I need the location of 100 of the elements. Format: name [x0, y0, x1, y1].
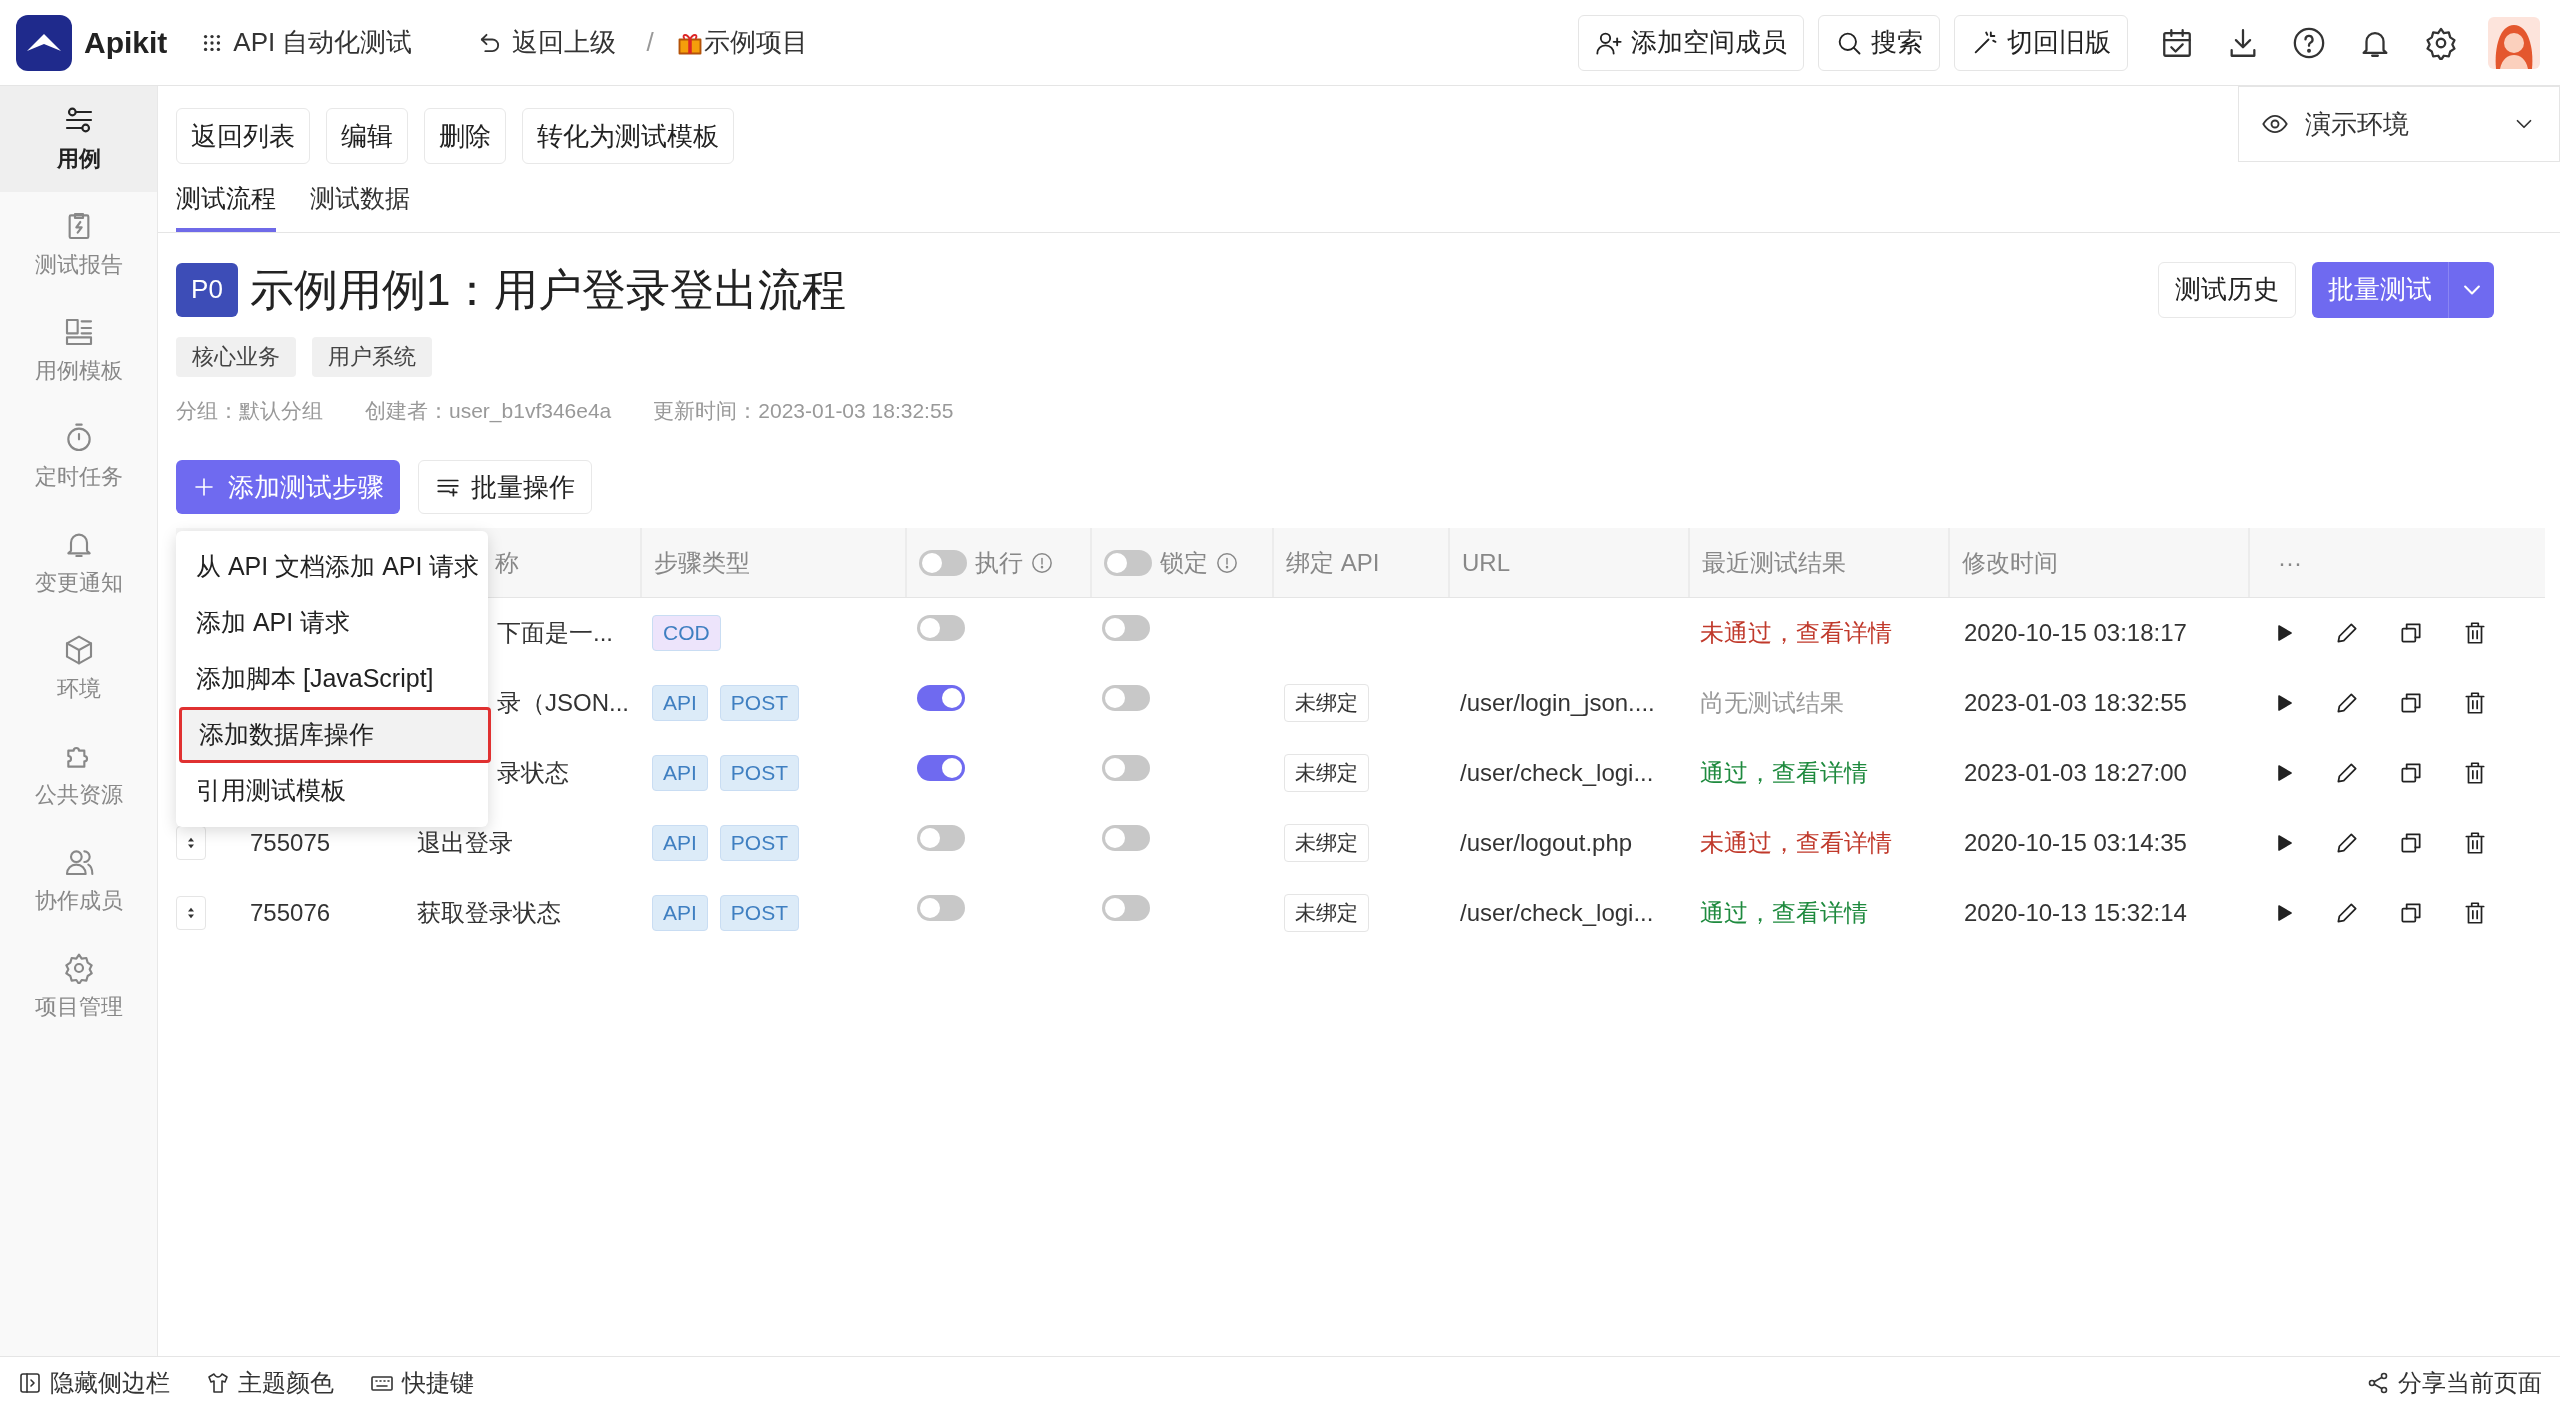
binding-badge: 未绑定	[1284, 754, 1369, 792]
toggle-switch[interactable]	[917, 755, 965, 781]
tag: 核心业务	[176, 336, 296, 377]
modified-time: 2023-01-03 18:27:00	[1964, 759, 2187, 786]
column-header: 最近测试结果	[1702, 547, 1846, 578]
dropdown-button[interactable]	[2448, 261, 2494, 318]
menu-item[interactable]: 引用测试模板	[176, 763, 488, 819]
batch-operation-button[interactable]: 批量操作	[418, 460, 592, 514]
info-icon	[1031, 551, 1053, 574]
add-step-button[interactable]: 添加测试步骤	[176, 460, 400, 514]
sidebar-toggle-icon	[18, 1370, 42, 1395]
result-link[interactable]: 通过，查看详情	[1700, 899, 1868, 926]
url-text: /user/login_json....	[1460, 689, 1655, 716]
case-title: 示例用例1：用户登录登出流程	[250, 263, 848, 316]
tag: 用户系统	[312, 336, 432, 377]
settings-icon	[62, 951, 95, 984]
toggle-switch[interactable]	[917, 825, 965, 851]
modified-time: 2020-10-15 03:14:35	[1964, 829, 2187, 856]
tab[interactable]: 测试流程	[176, 180, 276, 232]
toggle-switch[interactable]	[1102, 755, 1150, 781]
type-tag: API	[652, 895, 708, 931]
logo-icon	[16, 14, 72, 71]
tab[interactable]: 测试数据	[310, 180, 410, 232]
menu-item[interactable]: 添加数据库操作	[179, 707, 491, 763]
column-header: 绑定 API	[1286, 547, 1380, 578]
step-name: 退出登录	[417, 829, 513, 856]
back-link[interactable]: 返回上级	[476, 23, 617, 62]
toolbar-button[interactable]: 编辑	[326, 108, 408, 164]
modified-time: 2020-10-13 15:32:14	[1964, 899, 2187, 926]
copy-icon[interactable]	[2398, 620, 2424, 646]
toolbar-button[interactable]: 删除	[424, 108, 506, 164]
project-link[interactable]: 示例项目	[675, 23, 808, 62]
toggle-switch[interactable]	[917, 615, 965, 641]
modified-time: 2023-01-03 18:32:55	[1964, 689, 2187, 716]
toolbar-button[interactable]: 返回列表	[176, 108, 310, 164]
copy-icon[interactable]	[2398, 830, 2424, 856]
meta-text: 创建者：user_b1vf346e4a	[365, 397, 612, 425]
toolbar-button[interactable]: 搜索	[1818, 14, 1940, 71]
result-link[interactable]: 未通过，查看详情	[1700, 829, 1892, 856]
meta-text: 分组：默认分组	[176, 397, 323, 424]
drag-handle[interactable]	[176, 896, 206, 930]
toolbar-button[interactable]: 切回旧版	[1954, 14, 2128, 71]
toolbar-button[interactable]: 添加空间成员	[1578, 14, 1804, 71]
step-name: 获取登录状态	[417, 899, 561, 926]
toggle-switch[interactable]	[1102, 685, 1150, 711]
delete-icon[interactable]	[2462, 690, 2488, 716]
settings-icon[interactable]	[2424, 25, 2458, 60]
module-switcher[interactable]: API 自动化测试	[201, 23, 413, 62]
shirt-icon	[206, 1370, 230, 1395]
copy-icon[interactable]	[2398, 690, 2424, 716]
type-tag: POST	[719, 895, 800, 931]
binding-badge: 未绑定	[1284, 824, 1369, 862]
url-text: /user/check_logi...	[1460, 899, 1654, 926]
column-header: 锁定	[1160, 547, 1208, 578]
column-header: 执行	[975, 547, 1023, 578]
column-header: 称	[495, 547, 519, 578]
toggle-switch[interactable]	[917, 685, 965, 711]
footer-button[interactable]: 主题颜色	[206, 1364, 334, 1401]
delete-icon[interactable]	[2462, 830, 2488, 856]
step-name: 录状态	[497, 759, 569, 786]
url-text: /user/check_logi...	[1460, 759, 1654, 786]
toggle-switch[interactable]	[1104, 549, 1152, 576]
delete-icon[interactable]	[2462, 760, 2488, 786]
binding-badge: 未绑定	[1284, 684, 1369, 722]
share-button[interactable]: 分享当前页面	[2366, 1364, 2542, 1401]
menu-item[interactable]: 从 API 文档添加 API 请求	[176, 539, 488, 595]
toggle-switch[interactable]	[1102, 825, 1150, 851]
toggle-switch[interactable]	[919, 549, 967, 576]
environment-select[interactable]: 演示环境	[2238, 86, 2560, 162]
result-text: 尚无测试结果	[1700, 689, 1844, 716]
help-icon[interactable]	[2292, 25, 2326, 60]
toggle-switch[interactable]	[1102, 895, 1150, 921]
delete-icon[interactable]	[2462, 620, 2488, 646]
batch-test-button[interactable]: 批量测试	[2312, 261, 2448, 318]
binding-badge: 未绑定	[1284, 894, 1369, 932]
toggle-switch[interactable]	[1102, 615, 1150, 641]
priority-badge: P0	[176, 262, 238, 317]
brand-name: Apikit	[84, 25, 168, 61]
sidebar-item[interactable]: 用例	[0, 86, 157, 192]
column-header: URL	[1462, 547, 1510, 578]
chevron-down-icon	[2463, 284, 2480, 295]
footer-button[interactable]: 隐藏侧边栏	[18, 1364, 170, 1401]
copy-icon[interactable]	[2398, 760, 2424, 786]
toggle-switch[interactable]	[917, 895, 965, 921]
result-link[interactable]: 未通过，查看详情	[1700, 619, 1892, 646]
history-button[interactable]: 测试历史	[2158, 261, 2296, 318]
toolbar-button[interactable]: 转化为测试模板	[522, 108, 734, 164]
url-text: /user/logout.php	[1460, 829, 1633, 856]
copy-icon[interactable]	[2398, 900, 2424, 926]
step-id: 755076	[250, 899, 331, 926]
footer-button[interactable]: 快捷键	[370, 1364, 474, 1401]
result-link[interactable]: 通过，查看详情	[1700, 759, 1868, 786]
step-name: 下面是一...	[497, 619, 613, 646]
menu-item[interactable]: 添加 API 请求	[176, 595, 488, 651]
delete-icon[interactable]	[2462, 900, 2488, 926]
column-header: 步骤类型	[654, 547, 750, 578]
meta-text: 更新时间：2023-01-03 18:32:55	[653, 397, 954, 424]
menu-item[interactable]: 添加脚本 [JavaScript]	[176, 651, 488, 707]
avatar[interactable]	[2488, 16, 2540, 69]
type-tag: POST	[719, 825, 800, 861]
